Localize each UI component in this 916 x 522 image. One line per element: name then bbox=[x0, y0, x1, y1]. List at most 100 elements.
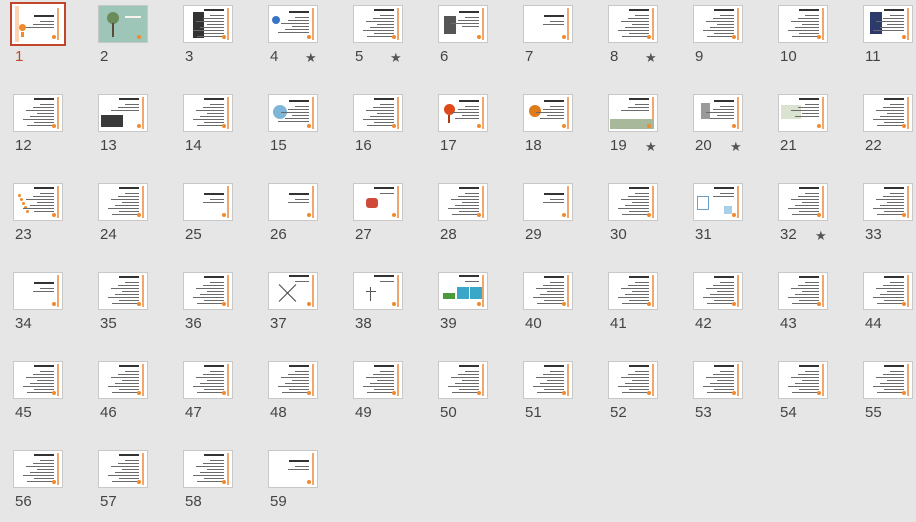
slide-slot[interactable]: 1 bbox=[10, 2, 73, 77]
slide-thumbnail[interactable] bbox=[693, 361, 743, 399]
slide-thumbnail[interactable] bbox=[863, 183, 913, 221]
slide-thumbnail[interactable] bbox=[438, 5, 488, 43]
slide-thumbnail[interactable] bbox=[98, 361, 148, 399]
slide-slot[interactable]: 14 bbox=[183, 94, 243, 166]
slide-thumbnail[interactable] bbox=[353, 361, 403, 399]
slide-slot[interactable]: 46 bbox=[98, 361, 158, 433]
slide-slot[interactable]: 5 ★ bbox=[353, 5, 413, 77]
slide-slot[interactable]: 12 bbox=[13, 94, 73, 166]
slide-thumbnail[interactable] bbox=[268, 272, 318, 310]
slide-thumbnail[interactable] bbox=[693, 5, 743, 43]
slide-slot[interactable]: 4 ★ bbox=[268, 5, 328, 77]
slide-slot[interactable]: 59 bbox=[268, 450, 328, 522]
slide-slot[interactable]: 8 ★ bbox=[608, 5, 668, 77]
slide-slot[interactable]: 7 bbox=[523, 5, 583, 77]
slide-thumbnail[interactable] bbox=[268, 183, 318, 221]
slide-slot[interactable]: 41 bbox=[608, 272, 668, 344]
slide-thumbnail[interactable] bbox=[98, 5, 148, 43]
slide-slot[interactable]: 27 bbox=[353, 183, 413, 255]
slide-thumbnail[interactable] bbox=[438, 361, 488, 399]
slide-thumbnail[interactable] bbox=[863, 272, 913, 310]
slide-thumbnail[interactable] bbox=[863, 5, 913, 43]
slide-slot[interactable]: 56 bbox=[13, 450, 73, 522]
slide-slot[interactable]: 40 bbox=[523, 272, 583, 344]
slide-thumbnail[interactable] bbox=[778, 5, 828, 43]
slide-slot[interactable]: 49 bbox=[353, 361, 413, 433]
slide-slot[interactable]: 51 bbox=[523, 361, 583, 433]
slide-slot[interactable]: 50 bbox=[438, 361, 498, 433]
slide-thumbnail[interactable] bbox=[98, 94, 148, 132]
slide-thumbnail[interactable] bbox=[523, 183, 573, 221]
slide-slot[interactable]: 28 bbox=[438, 183, 498, 255]
slide-slot[interactable]: 21 bbox=[778, 94, 838, 166]
slide-thumbnail[interactable] bbox=[353, 94, 403, 132]
slide-slot[interactable]: 53 bbox=[693, 361, 753, 433]
slide-thumbnail[interactable] bbox=[778, 361, 828, 399]
slide-thumbnail[interactable] bbox=[183, 183, 233, 221]
slide-thumbnail[interactable] bbox=[183, 94, 233, 132]
slide-slot[interactable]: 34 bbox=[13, 272, 73, 344]
slide-slot[interactable]: 54 bbox=[778, 361, 838, 433]
slide-slot[interactable]: 35 bbox=[98, 272, 158, 344]
slide-thumbnail[interactable] bbox=[778, 183, 828, 221]
slide-slot[interactable]: 23 bbox=[13, 183, 73, 255]
slide-thumbnail[interactable] bbox=[183, 272, 233, 310]
slide-slot[interactable]: 2 bbox=[98, 5, 158, 77]
transition-star-icon[interactable]: ★ bbox=[815, 228, 827, 244]
slide-slot[interactable]: 55 bbox=[863, 361, 916, 433]
slide-slot[interactable]: 43 bbox=[778, 272, 838, 344]
slide-thumbnail[interactable] bbox=[183, 361, 233, 399]
slide-slot[interactable]: 47 bbox=[183, 361, 243, 433]
slide-thumbnail[interactable] bbox=[608, 361, 658, 399]
slide-thumbnail[interactable] bbox=[693, 272, 743, 310]
slide-slot[interactable]: 52 bbox=[608, 361, 668, 433]
slide-slot[interactable]: 26 bbox=[268, 183, 328, 255]
slide-slot[interactable]: 36 bbox=[183, 272, 243, 344]
slide-slot[interactable]: 58 bbox=[183, 450, 243, 522]
slide-thumbnail[interactable] bbox=[13, 272, 63, 310]
slide-thumbnail[interactable] bbox=[268, 361, 318, 399]
transition-star-icon[interactable]: ★ bbox=[645, 139, 657, 155]
slide-slot[interactable]: 11 bbox=[863, 5, 916, 77]
slide-thumbnail[interactable] bbox=[268, 450, 318, 488]
slide-thumbnail[interactable] bbox=[353, 272, 403, 310]
slide-thumbnail[interactable] bbox=[863, 94, 913, 132]
slide-thumbnail[interactable] bbox=[523, 5, 573, 43]
transition-star-icon[interactable]: ★ bbox=[730, 139, 742, 155]
slide-thumbnail[interactable] bbox=[13, 450, 63, 488]
slide-slot[interactable]: 20 ★ bbox=[693, 94, 753, 166]
slide-thumbnail[interactable] bbox=[693, 183, 743, 221]
slide-thumbnail[interactable] bbox=[183, 5, 233, 43]
transition-star-icon[interactable]: ★ bbox=[645, 50, 657, 66]
slide-slot[interactable]: 32 ★ bbox=[778, 183, 838, 255]
slide-slot[interactable]: 24 bbox=[98, 183, 158, 255]
slide-slot[interactable]: 42 bbox=[693, 272, 753, 344]
slide-slot[interactable]: 57 bbox=[98, 450, 158, 522]
slide-slot[interactable]: 9 bbox=[693, 5, 753, 77]
slide-thumbnail[interactable] bbox=[438, 183, 488, 221]
slide-slot[interactable]: 29 bbox=[523, 183, 583, 255]
slide-slot[interactable]: 6 bbox=[438, 5, 498, 77]
slide-thumbnail[interactable] bbox=[268, 94, 318, 132]
slide-thumbnail[interactable] bbox=[608, 183, 658, 221]
slide-slot[interactable]: 30 bbox=[608, 183, 668, 255]
slide-slot[interactable]: 25 bbox=[183, 183, 243, 255]
slide-thumbnail[interactable] bbox=[863, 361, 913, 399]
slide-slot[interactable]: 44 bbox=[863, 272, 916, 344]
slide-thumbnail[interactable] bbox=[438, 94, 488, 132]
slide-slot[interactable]: 18 bbox=[523, 94, 583, 166]
slide-slot[interactable]: 10 bbox=[778, 5, 838, 77]
slide-slot[interactable]: 48 bbox=[268, 361, 328, 433]
slide-thumbnail[interactable] bbox=[353, 183, 403, 221]
slide-thumbnail[interactable] bbox=[13, 183, 63, 221]
transition-star-icon[interactable]: ★ bbox=[305, 50, 317, 66]
slide-thumbnail[interactable] bbox=[523, 272, 573, 310]
slide-slot[interactable]: 39 bbox=[438, 272, 498, 344]
slide-thumbnail[interactable] bbox=[98, 183, 148, 221]
slide-thumbnail[interactable] bbox=[10, 2, 66, 46]
slide-thumbnail[interactable] bbox=[268, 5, 318, 43]
slide-thumbnail[interactable] bbox=[608, 5, 658, 43]
slide-slot[interactable]: 45 bbox=[13, 361, 73, 433]
slide-slot[interactable]: 13 bbox=[98, 94, 158, 166]
slide-slot[interactable]: 3 bbox=[183, 5, 243, 77]
